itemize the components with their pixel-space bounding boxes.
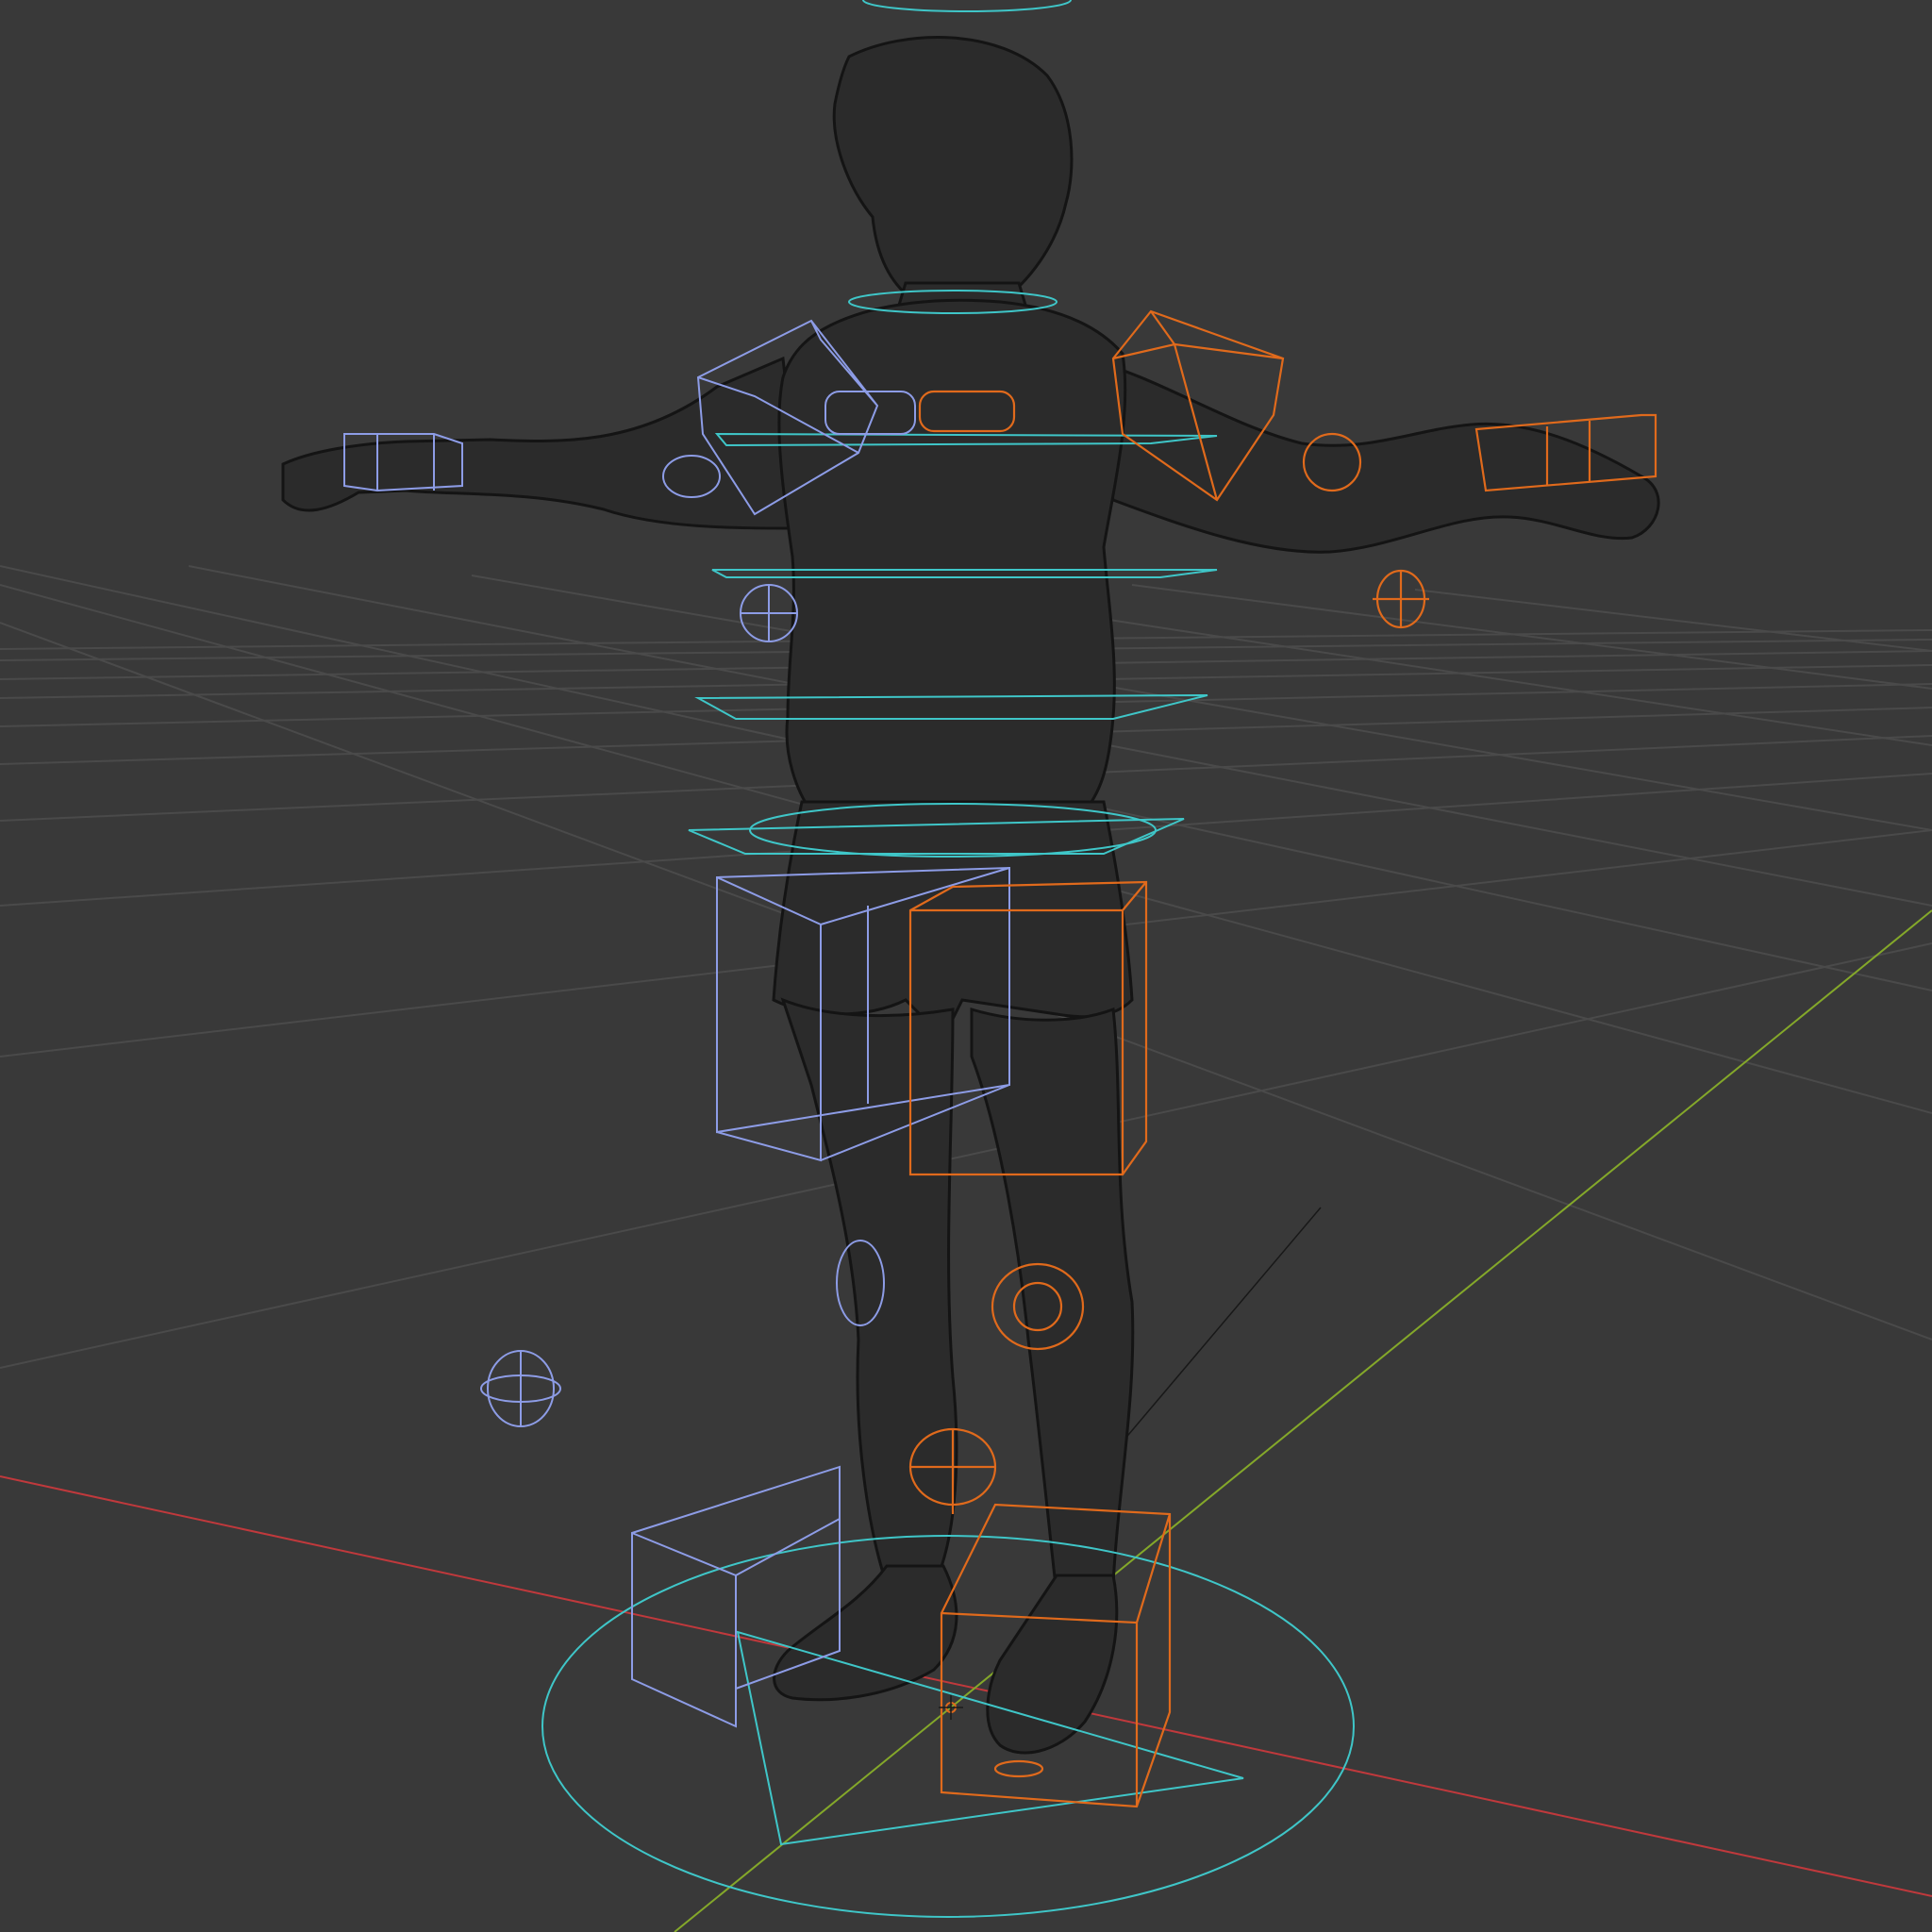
character-mesh[interactable] [281,36,1660,1755]
viewport-canvas[interactable] [0,0,1932,1932]
3d-viewport[interactable] [0,0,1932,1932]
head-ctrl [862,0,1072,12]
x-axis-line [0,1475,1932,1897]
camera-guide-line [1112,1207,1322,1454]
